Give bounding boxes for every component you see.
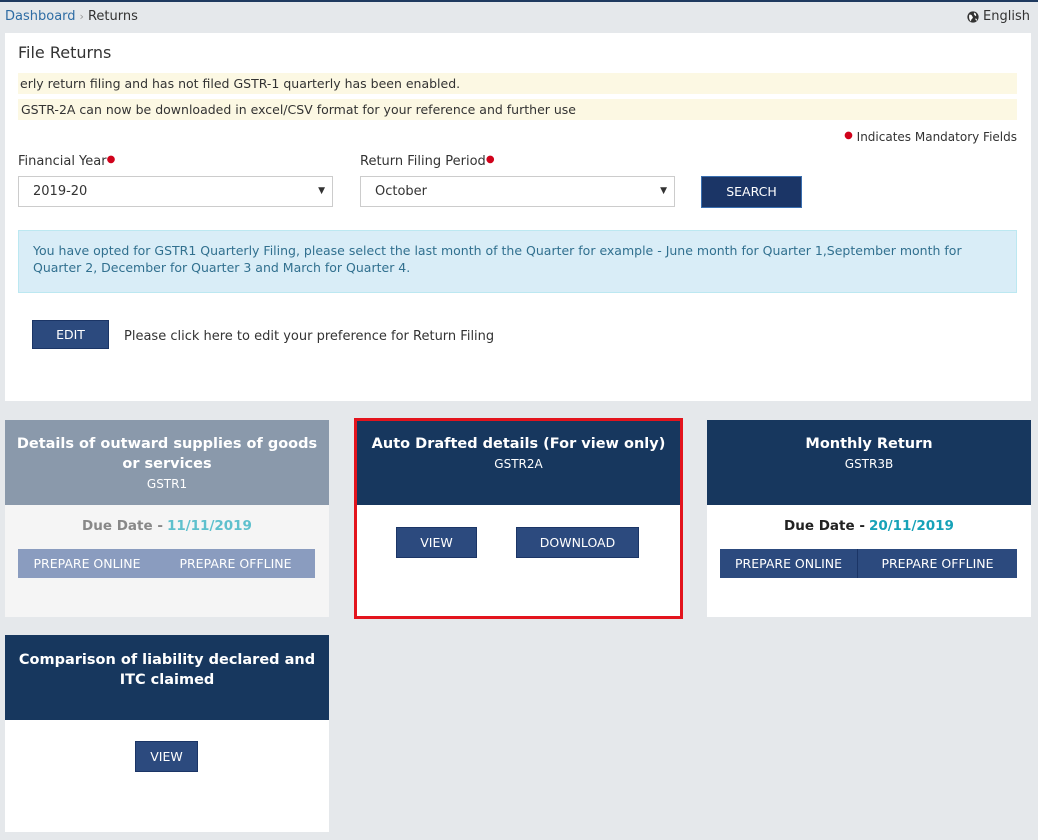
- top-border: [0, 0, 1038, 2]
- prepare-offline-button[interactable]: PREPARE OFFLINE: [156, 549, 315, 578]
- globe-icon: [967, 10, 979, 23]
- tile-comparison: Comparison of liability declared and ITC…: [5, 635, 329, 832]
- download-button[interactable]: DOWNLOAD: [516, 527, 639, 558]
- tile-header: Comparison of liability declared and ITC…: [5, 635, 329, 720]
- breadcrumb: Dashboard › Returns: [5, 9, 138, 24]
- tile-header: Monthly Return GSTR3B: [707, 420, 1031, 505]
- mandatory-fields-note: ● Indicates Mandatory Fields: [844, 130, 1017, 144]
- view-button[interactable]: VIEW: [135, 741, 198, 772]
- tile-subtitle: GSTR3B: [844, 457, 894, 471]
- breadcrumb-separator: ›: [79, 10, 84, 23]
- tile-title: Auto Drafted details (For view only): [371, 436, 666, 452]
- view-button[interactable]: VIEW: [396, 527, 477, 558]
- tile-gstr1: Details of outward supplies of goods or …: [5, 420, 329, 617]
- return-period-select[interactable]: October ▼: [360, 176, 675, 207]
- financial-year-value: 2019-20: [33, 184, 88, 199]
- tile-title: Comparison of liability declared and ITC…: [18, 652, 316, 688]
- notice-banner: GSTR-2A can now be downloaded in excel/C…: [18, 99, 1017, 120]
- required-dot-icon: ●: [485, 154, 495, 165]
- prepare-online-button[interactable]: PREPARE ONLINE: [720, 549, 857, 578]
- due-date-label: Due Date -: [82, 518, 163, 534]
- quarterly-filing-info: You have opted for GSTR1 Quarterly Filin…: [18, 230, 1017, 293]
- breadcrumb-current: Returns: [87, 9, 138, 24]
- tile-gstr2a: Auto Drafted details (For view only) GST…: [354, 418, 683, 619]
- mandatory-fields-text: Indicates Mandatory Fields: [856, 130, 1017, 144]
- edit-preference-text: Please click here to edit your preferenc…: [124, 329, 495, 344]
- financial-year-select[interactable]: 2019-20 ▼: [18, 176, 333, 207]
- breadcrumb-dashboard-link[interactable]: Dashboard: [5, 9, 76, 24]
- return-period-value: October: [375, 184, 428, 199]
- tile-header: Details of outward supplies of goods or …: [5, 420, 329, 505]
- caret-down-icon: ▼: [660, 186, 667, 196]
- return-period-label-text: Return Filing Period: [360, 154, 486, 169]
- return-period-label: Return Filing Period●: [360, 154, 495, 169]
- required-dot-icon: ●: [106, 154, 116, 165]
- due-date-value: 11/11/2019: [166, 518, 252, 534]
- due-date-label: Due Date -: [784, 518, 865, 534]
- caret-down-icon: ▼: [318, 186, 325, 196]
- due-date-value: 20/11/2019: [868, 518, 954, 534]
- tile-title: Monthly Return: [805, 436, 933, 452]
- prepare-offline-button[interactable]: PREPARE OFFLINE: [857, 549, 1017, 578]
- tile-gstr3b: Monthly Return GSTR3B Due Date -20/11/20…: [707, 420, 1031, 617]
- page-title: File Returns: [18, 43, 112, 62]
- notice-banner: erly return filing and has not filed GST…: [18, 73, 1017, 94]
- prepare-online-button[interactable]: PREPARE ONLINE: [18, 549, 156, 578]
- tile-subtitle: GSTR2A: [494, 457, 543, 471]
- language-label: English: [983, 9, 1030, 24]
- search-button[interactable]: SEARCH: [701, 176, 802, 208]
- tile-title: Details of outward supplies of goods or …: [16, 436, 318, 472]
- language-selector[interactable]: English: [967, 9, 1030, 24]
- due-date-row: Due Date -20/11/2019: [707, 518, 1031, 534]
- edit-button[interactable]: EDIT: [32, 320, 109, 349]
- tile-subtitle: GSTR1: [146, 477, 188, 491]
- financial-year-label: Financial Year●: [18, 154, 115, 169]
- due-date-row: Due Date -11/11/2019: [5, 518, 329, 534]
- tile-header: Auto Drafted details (For view only) GST…: [357, 421, 680, 505]
- mandatory-dot-icon: ●: [844, 130, 853, 141]
- financial-year-label-text: Financial Year: [18, 154, 107, 169]
- file-returns-panel: File Returns erly return filing and has …: [5, 33, 1031, 401]
